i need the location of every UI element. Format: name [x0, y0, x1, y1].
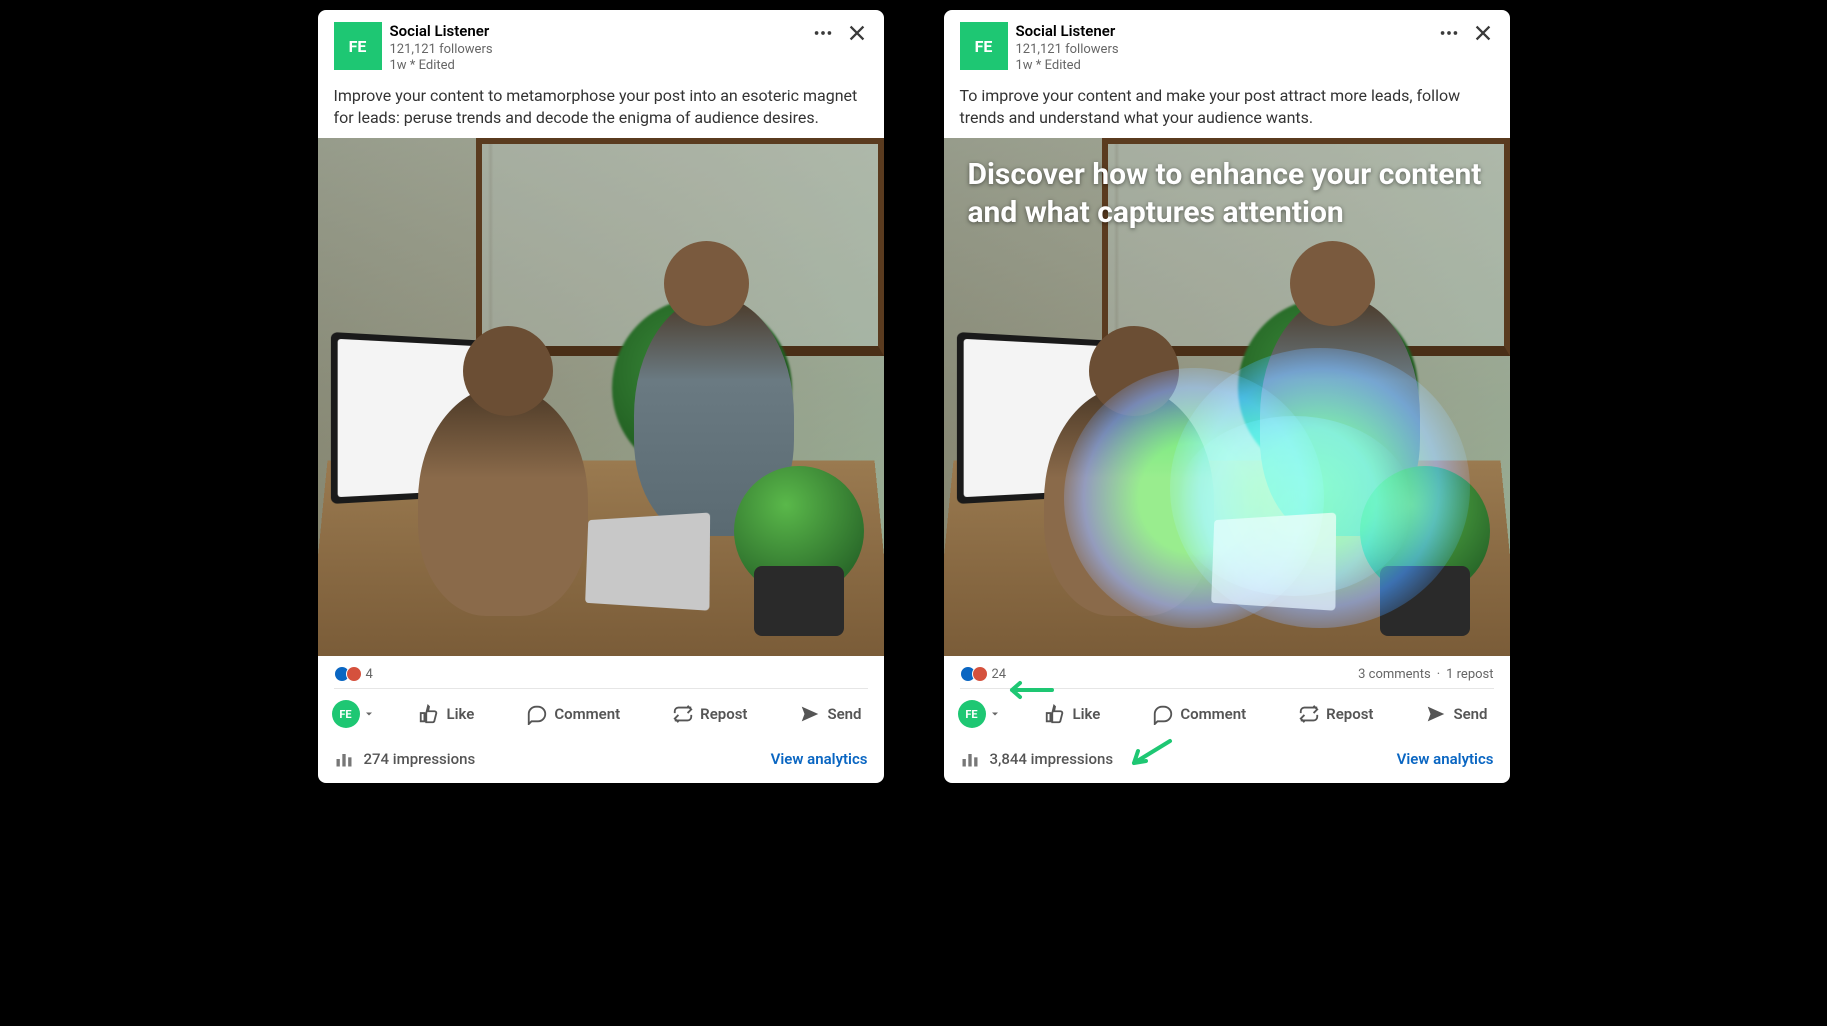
close-icon[interactable]	[1472, 22, 1494, 44]
follower-count: 121,121 followers	[1016, 42, 1430, 59]
reactions[interactable]: 24	[960, 666, 1007, 682]
repost-button[interactable]: Repost	[664, 697, 755, 731]
impressions[interactable]: 3,844 impressions	[960, 749, 1114, 769]
post-body-text: To improve your content and make your po…	[944, 79, 1510, 138]
repost-button[interactable]: Repost	[1290, 697, 1381, 731]
view-analytics-link[interactable]: View analytics	[1397, 750, 1494, 768]
social-post-left: FE Social Listener 121,121 followers 1w …	[318, 10, 884, 783]
post-header-text: Social Listener 121,121 followers 1w * E…	[1016, 22, 1430, 75]
chevron-down-icon	[363, 708, 375, 720]
impressions-text: 3,844 impressions	[990, 750, 1114, 768]
commenter-avatar: FE	[958, 700, 986, 728]
comment-icon	[526, 703, 548, 725]
action-row: FE Like Comment Repost Send	[944, 689, 1510, 739]
thumbs-up-icon	[418, 703, 440, 725]
post-header: FE Social Listener 121,121 followers 1w …	[318, 10, 884, 79]
post-image[interactable]: Discover how to enhance your content and…	[944, 138, 1510, 656]
author-name[interactable]: Social Listener	[390, 22, 804, 42]
post-header: FE Social Listener 121,121 followers 1w …	[944, 10, 1510, 79]
reactions-count: 24	[992, 667, 1007, 682]
comment-button[interactable]: Comment	[1144, 697, 1254, 731]
engagement-row: 24 3 comments · 1 repost	[944, 656, 1510, 688]
social-post-right: FE Social Listener 121,121 followers 1w …	[944, 10, 1510, 783]
repost-label: Repost	[700, 705, 747, 723]
like-label: Like	[446, 705, 474, 723]
image-overlay-text: Discover how to enhance your content and…	[968, 156, 1486, 231]
send-label: Send	[1453, 705, 1487, 723]
reaction-love-icon	[346, 666, 362, 682]
comments-count: 3 comments	[1358, 667, 1431, 682]
impressions[interactable]: 274 impressions	[334, 749, 476, 769]
comment-icon	[1152, 703, 1174, 725]
post-image[interactable]	[318, 138, 884, 656]
commenter-selector[interactable]: FE	[332, 700, 375, 728]
reaction-icons	[334, 666, 362, 682]
reactions[interactable]: 4	[334, 666, 373, 682]
comment-label: Comment	[554, 705, 620, 723]
post-timestamp: 1w * Edited	[1016, 58, 1430, 75]
dot-separator: ·	[1437, 667, 1440, 682]
post-header-actions	[1438, 22, 1494, 44]
chevron-down-icon	[989, 708, 1001, 720]
send-icon	[1425, 703, 1447, 725]
view-analytics-link[interactable]: View analytics	[771, 750, 868, 768]
repost-label: Repost	[1326, 705, 1373, 723]
commenter-selector[interactable]: FE	[958, 700, 1001, 728]
follower-count: 121,121 followers	[390, 42, 804, 59]
author-avatar[interactable]: FE	[960, 22, 1008, 70]
send-button[interactable]: Send	[791, 697, 869, 731]
heatmap-blob	[1174, 416, 1414, 596]
commenter-avatar: FE	[332, 700, 360, 728]
post-header-text: Social Listener 121,121 followers 1w * E…	[390, 22, 804, 75]
author-name[interactable]: Social Listener	[1016, 22, 1430, 42]
comment-button[interactable]: Comment	[518, 697, 628, 731]
more-icon[interactable]	[812, 22, 834, 44]
bar-chart-icon	[960, 749, 980, 769]
like-button[interactable]: Like	[410, 697, 482, 731]
reaction-love-icon	[972, 666, 988, 682]
post-body-text: Improve your content to metamorphose you…	[318, 79, 884, 138]
reaction-icons	[960, 666, 988, 682]
reactions-count: 4	[366, 667, 373, 682]
send-button[interactable]: Send	[1417, 697, 1495, 731]
thumbs-up-icon	[1044, 703, 1066, 725]
send-icon	[799, 703, 821, 725]
like-label: Like	[1072, 705, 1100, 723]
analytics-row: 274 impressions View analytics	[318, 739, 884, 783]
bar-chart-icon	[334, 749, 354, 769]
like-button[interactable]: Like	[1036, 697, 1108, 731]
comment-label: Comment	[1180, 705, 1246, 723]
author-avatar[interactable]: FE	[334, 22, 382, 70]
post-header-actions	[812, 22, 868, 44]
repost-icon	[672, 703, 694, 725]
more-icon[interactable]	[1438, 22, 1460, 44]
engagement-right[interactable]: 3 comments · 1 repost	[1358, 667, 1493, 682]
impressions-text: 274 impressions	[364, 750, 476, 768]
reposts-count: 1 repost	[1446, 667, 1493, 682]
close-icon[interactable]	[846, 22, 868, 44]
repost-icon	[1298, 703, 1320, 725]
action-row: FE Like Comment Repost Send	[318, 689, 884, 739]
post-timestamp: 1w * Edited	[390, 58, 804, 75]
send-label: Send	[827, 705, 861, 723]
analytics-row: 3,844 impressions View analytics	[944, 739, 1510, 783]
engagement-row: 4	[318, 656, 884, 688]
